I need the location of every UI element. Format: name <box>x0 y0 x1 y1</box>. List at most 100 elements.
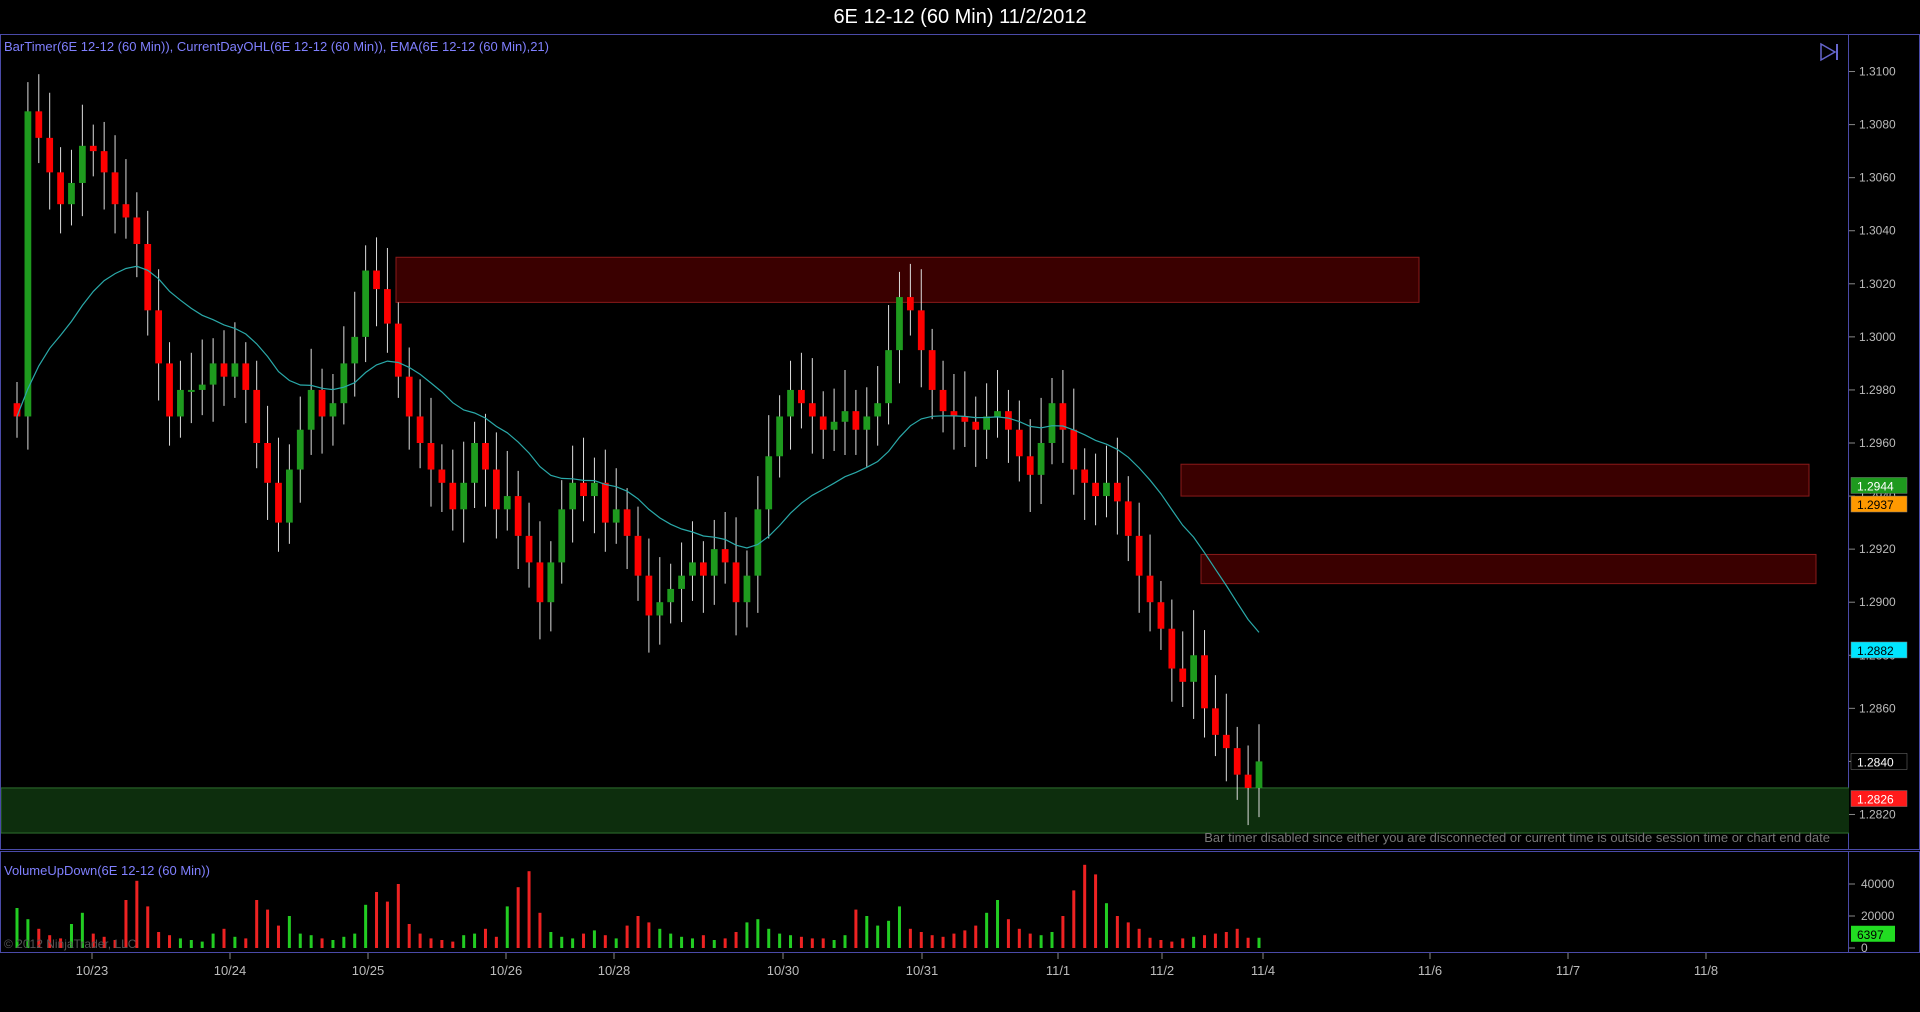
volume-bar-up <box>832 940 836 948</box>
volume-bar-up <box>690 938 694 948</box>
candle-up <box>994 411 1001 417</box>
candle-down <box>318 389 326 417</box>
volume-bar-down <box>527 871 531 948</box>
candle-down <box>623 509 631 536</box>
volume-bar-down <box>647 922 651 948</box>
candle-up <box>460 482 468 510</box>
candle-up <box>678 575 685 589</box>
volume-bar-up <box>985 912 989 948</box>
skip-to-end-icon[interactable] <box>1818 41 1840 63</box>
volume-bar-down <box>930 935 934 948</box>
time-tick-label: 11/6 <box>1418 963 1442 978</box>
price-axis[interactable]: 1.3100 1.3080 1.3060 1.3040 1.3020 1.3000 1.29… <box>1849 34 1920 850</box>
volume-tick-label: 20000 <box>1861 909 1895 923</box>
volume-bar-down <box>255 900 259 948</box>
price-tick-label: 1.2820 <box>1859 807 1896 821</box>
price-panel[interactable]: BarTimer(6E 12-12 (60 Min)), CurrentDayO… <box>0 34 1850 850</box>
volume-bar-down <box>1017 928 1021 948</box>
volume-bar-down <box>146 906 150 948</box>
volume-bar-up <box>342 936 346 948</box>
price-tick-label: 1.3060 <box>1859 171 1896 185</box>
price-tick-label: 1.3000 <box>1859 330 1896 344</box>
candle-down <box>394 323 402 377</box>
candle-up <box>503 496 511 510</box>
volume-bar-up <box>1192 936 1196 948</box>
candle-down <box>1081 469 1089 483</box>
volume-bar-down <box>168 935 172 948</box>
volume-bar-down <box>1126 922 1130 948</box>
volume-bar-down <box>429 938 433 948</box>
volume-bar-down <box>908 928 912 948</box>
candle-down <box>1212 708 1219 735</box>
candle-up <box>68 182 75 205</box>
price-tick-label: 1.3100 <box>1859 65 1896 79</box>
candle-down <box>111 172 119 205</box>
volume-bar-up <box>560 936 564 948</box>
candle-down <box>939 389 947 412</box>
volume-axis[interactable]: 40000 20000 0 6397 <box>1849 851 1920 954</box>
candle-up <box>983 416 991 430</box>
volume-bar-up <box>996 900 1000 948</box>
volume-bar-down <box>1181 938 1185 948</box>
time-tick-label: 10/30 <box>767 963 800 978</box>
candle-down <box>1179 668 1187 682</box>
price-tick-label: 1.3080 <box>1859 118 1896 132</box>
candle-down <box>57 172 64 205</box>
candle-down <box>133 217 141 244</box>
candle-up <box>340 363 348 404</box>
volume-bar-down <box>1061 916 1065 948</box>
volume-bar-up <box>211 933 215 948</box>
volume-bar-down <box>320 938 324 948</box>
candle-down <box>438 469 446 483</box>
price-chart <box>1 74 1850 834</box>
volume-bar-down <box>1224 932 1228 948</box>
candle-up <box>830 421 838 430</box>
candle-up <box>209 363 217 385</box>
candle-down <box>35 111 43 138</box>
candle-down <box>384 289 391 324</box>
time-axis[interactable]: 10/23 10/24 10/25 10/26 10/28 10/30 10/31 11/1 1… <box>0 953 1849 1012</box>
volume-bar-up <box>571 938 575 948</box>
price-tick-label: 1.2920 <box>1859 542 1896 556</box>
candle-down <box>699 562 707 576</box>
volume-bar-down <box>1235 928 1239 948</box>
volume-bar-down <box>396 884 400 948</box>
candle-up <box>591 482 598 497</box>
candle-down <box>405 376 413 417</box>
price-tick-label: 1.3040 <box>1859 224 1896 238</box>
volume-bar-up <box>669 933 673 948</box>
volume-tick-label: 0 <box>1861 941 1868 954</box>
volume-bar-down <box>1094 874 1098 948</box>
volume-bar-up <box>865 916 869 948</box>
volume-bar-down <box>941 936 945 948</box>
volume-bar-down <box>407 924 411 948</box>
candle-down <box>253 389 261 443</box>
volume-panel[interactable]: VolumeUpDown(6E 12-12 (60 Min)) © 2012 N… <box>0 851 1849 953</box>
volume-bar-down <box>723 938 727 948</box>
candle-down <box>1168 628 1176 669</box>
volume-bar-up <box>331 940 335 948</box>
bar-timer-notice: Bar timer disabled since either you are … <box>1204 830 1830 845</box>
volume-bar-up <box>1104 903 1108 948</box>
candle-up <box>787 389 794 417</box>
candle-down <box>1092 482 1099 497</box>
time-tick-label: 11/8 <box>1694 963 1718 978</box>
volume-bar-up <box>1039 935 1043 948</box>
candle-down <box>1222 734 1230 749</box>
price-marker-label: 1.2826 <box>1857 793 1894 807</box>
volume-bar-up <box>1257 937 1261 948</box>
candle-up <box>689 562 696 576</box>
candle-up <box>874 403 882 417</box>
volume-bar-down <box>734 932 738 948</box>
price-marker-label: 1.2944 <box>1857 479 1894 493</box>
volume-bar-down <box>919 932 923 948</box>
volume-bar-down <box>952 933 956 948</box>
candle-down <box>242 363 250 390</box>
candle-down <box>1244 774 1252 788</box>
candle-down <box>482 443 489 470</box>
volume-bar-down <box>375 892 379 948</box>
candle-up <box>296 429 304 470</box>
candle-down <box>144 244 152 311</box>
candle-down <box>819 416 827 430</box>
volume-bar-up <box>233 936 237 948</box>
